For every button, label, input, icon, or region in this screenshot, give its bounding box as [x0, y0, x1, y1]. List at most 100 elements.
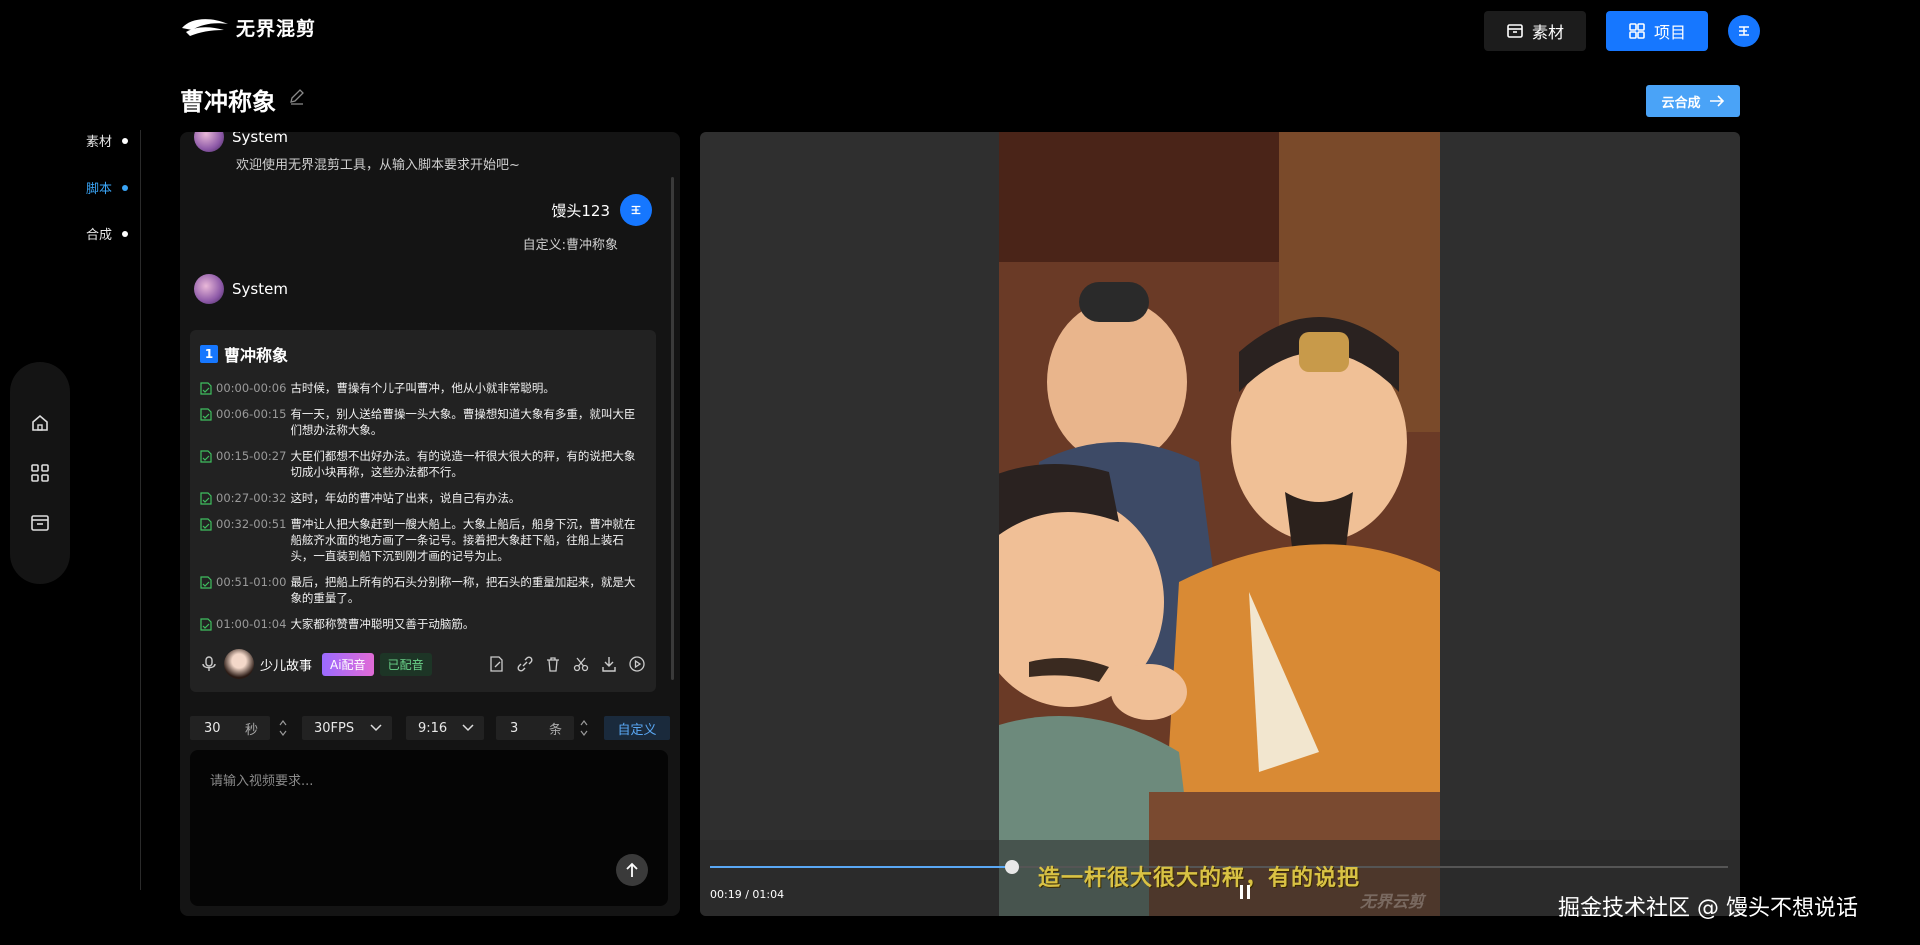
project-button[interactable]: 项目 — [1606, 11, 1708, 51]
step-label: 素材 — [86, 135, 113, 150]
script-segment[interactable]: 00:00-00:06 古时候，曹操有个儿子叫曹冲，他从小就非常聪明。 — [200, 380, 646, 396]
arrow-right-icon — [1709, 95, 1724, 107]
logo-mini-icon — [631, 205, 641, 215]
user-message: 自定义:曹冲称象 — [522, 238, 618, 253]
left-rail — [10, 362, 70, 584]
fps-select[interactable]: 30FPS — [302, 716, 392, 740]
step-compose[interactable]: 合成 — [86, 224, 129, 243]
trash-icon[interactable] — [544, 655, 562, 673]
script-segment[interactable]: 00:27-00:32 这时，年幼的曹冲站了出来，说自己有办法。 — [200, 490, 646, 506]
script-title: 1 曹冲称象 — [200, 342, 288, 366]
logo-mini-icon — [1739, 26, 1749, 36]
material-button[interactable]: 素材 — [1484, 11, 1586, 51]
script-card: 1 曹冲称象 00:00-00:06 古时候，曹操有个儿子叫曹冲，他从小就非常聪… — [190, 330, 656, 692]
duration-unit: 秒 — [244, 722, 258, 738]
material-label: 素材 — [1531, 23, 1564, 42]
box-icon[interactable] — [29, 512, 51, 534]
user-avatar[interactable] — [1728, 15, 1760, 47]
script-segment[interactable]: 00:51-01:00 最后，把船上所有的石头分别称一称，把石头的重量加起来，就… — [200, 574, 646, 606]
segment-time: 00:15-00:27 — [216, 449, 287, 463]
count-value: 3 — [510, 720, 519, 736]
segment-text: 大臣们都想不出好办法。有的说造一杆很大很大的秤，有的说把大象切成小块再称，这些办… — [290, 449, 636, 479]
script-segment[interactable]: 00:32-00:51 曹冲让人把大象赶到一艘大船上。大象上船后，船身下沉，曹冲… — [200, 516, 646, 564]
site-watermark: 掘金技术社区 @ 馒头不想说话 — [1558, 896, 1858, 921]
count-stepper-icon[interactable] — [580, 717, 588, 739]
step-dot — [122, 137, 129, 144]
cloud-compose-label: 云合成 — [1661, 95, 1701, 111]
cloud-compose-button[interactable]: 云合成 — [1646, 85, 1740, 117]
download-icon[interactable] — [600, 655, 618, 673]
microphone-icon[interactable] — [200, 655, 218, 673]
step-dot — [122, 184, 129, 191]
segment-text: 古时候，曹操有个儿子叫曹冲，他从小就非常聪明。 — [290, 381, 555, 395]
box-icon — [1507, 24, 1523, 38]
user-header: 馒头123 — [551, 194, 652, 226]
arrow-up-icon — [626, 862, 638, 877]
document-icon — [200, 518, 212, 531]
grid-icon — [1629, 23, 1645, 39]
edit-document-icon[interactable] — [488, 655, 506, 673]
script-segment[interactable]: 01:00-01:04 大家都称赞曹冲聪明又善于动脑筋。 — [200, 616, 646, 632]
home-icon[interactable] — [29, 412, 51, 434]
send-button[interactable] — [616, 854, 648, 886]
script-index-badge: 1 — [200, 345, 218, 363]
segment-text: 有一天，别人送给曹操一头大象。曹操想知道大象有多重，就叫大臣们想办法称大象。 — [290, 407, 636, 437]
segment-time: 00:32-00:51 — [216, 517, 287, 531]
grid-icon[interactable] — [29, 462, 51, 484]
segment-time: 00:51-01:00 — [216, 575, 287, 589]
voiced-badge: 已配音 — [379, 652, 432, 676]
video-preview: 00:19 / 01:04 造一杆很大很大的秤，有的说把 无界云剪 — [700, 132, 1740, 916]
script-card-footer: 少儿故事 Ai配音 已配音 — [200, 648, 646, 680]
scissors-icon[interactable] — [572, 655, 590, 673]
system-avatar — [194, 274, 224, 304]
ai-voice-button[interactable]: Ai配音 — [322, 652, 374, 676]
user-chat-avatar — [620, 194, 652, 226]
system-avatar — [194, 132, 224, 152]
fps-value: 30FPS — [314, 720, 355, 736]
document-icon — [200, 408, 212, 421]
user-name: 馒头123 — [551, 201, 610, 220]
narrator-avatar[interactable] — [224, 649, 254, 679]
segment-time: 00:27-00:32 — [216, 491, 287, 505]
script-segment[interactable]: 00:06-00:15 有一天，别人送给曹操一头大象。曹操想知道大象有多重，就叫… — [200, 406, 646, 438]
chevron-down-icon — [462, 724, 474, 732]
document-icon — [200, 618, 212, 631]
chat-scrollbar[interactable] — [671, 177, 674, 680]
prompt-input[interactable] — [190, 750, 668, 906]
count-input[interactable]: 3 条 — [496, 716, 574, 740]
play-circle-icon[interactable] — [628, 655, 646, 673]
document-icon — [200, 492, 212, 505]
edit-icon[interactable] — [288, 88, 306, 106]
script-title-text: 曹冲称象 — [224, 346, 289, 365]
document-icon — [200, 382, 212, 395]
script-segment[interactable]: 00:15-00:27 大臣们都想不出好办法。有的说造一杆很大很大的秤，有的说把… — [200, 448, 646, 480]
ratio-select[interactable]: 9:16 — [406, 716, 484, 740]
duration-value: 30 — [204, 720, 221, 736]
custom-button[interactable]: 自定义 — [604, 716, 670, 740]
document-icon — [200, 450, 212, 463]
logo-text: 无界混剪 — [236, 18, 317, 40]
chevron-down-icon — [370, 724, 382, 732]
segment-text: 大家都称赞曹冲聪明又善于动脑筋。 — [290, 617, 475, 631]
segment-text: 这时，年幼的曹冲站了出来，说自己有办法。 — [290, 491, 521, 505]
segment-text: 最后，把船上所有的石头分别称一称，把石头的重量加起来，就是大象的重量了。 — [290, 575, 636, 605]
prompt-input-area — [190, 750, 668, 906]
app-logo[interactable]: 无界混剪 — [180, 14, 316, 41]
step-material[interactable]: 素材 — [86, 131, 129, 150]
video-watermark: 无界云剪 — [1360, 892, 1425, 911]
greeting-message: 欢迎使用无界混剪工具，从输入脚本要求开始吧~ — [236, 158, 520, 173]
logo-wing-icon — [182, 18, 228, 36]
count-unit: 条 — [548, 722, 562, 738]
link-icon[interactable] — [516, 655, 534, 673]
ratio-value: 9:16 — [418, 720, 448, 736]
page-title: 曹冲称象 — [180, 88, 276, 116]
pause-icon[interactable] — [1238, 884, 1252, 900]
duration-stepper-icon[interactable] — [279, 717, 287, 739]
step-label: 合成 — [86, 228, 113, 243]
video-frame[interactable] — [999, 132, 1440, 916]
step-script[interactable]: 脚本 — [86, 178, 129, 197]
system-name: System — [232, 132, 288, 146]
chat-scroll-area[interactable]: System 欢迎使用无界混剪工具，从输入脚本要求开始吧~ 馒头123 自定义:… — [180, 132, 680, 696]
narrator-name[interactable]: 少儿故事 — [260, 655, 312, 674]
duration-input[interactable]: 30 秒 — [190, 716, 270, 740]
